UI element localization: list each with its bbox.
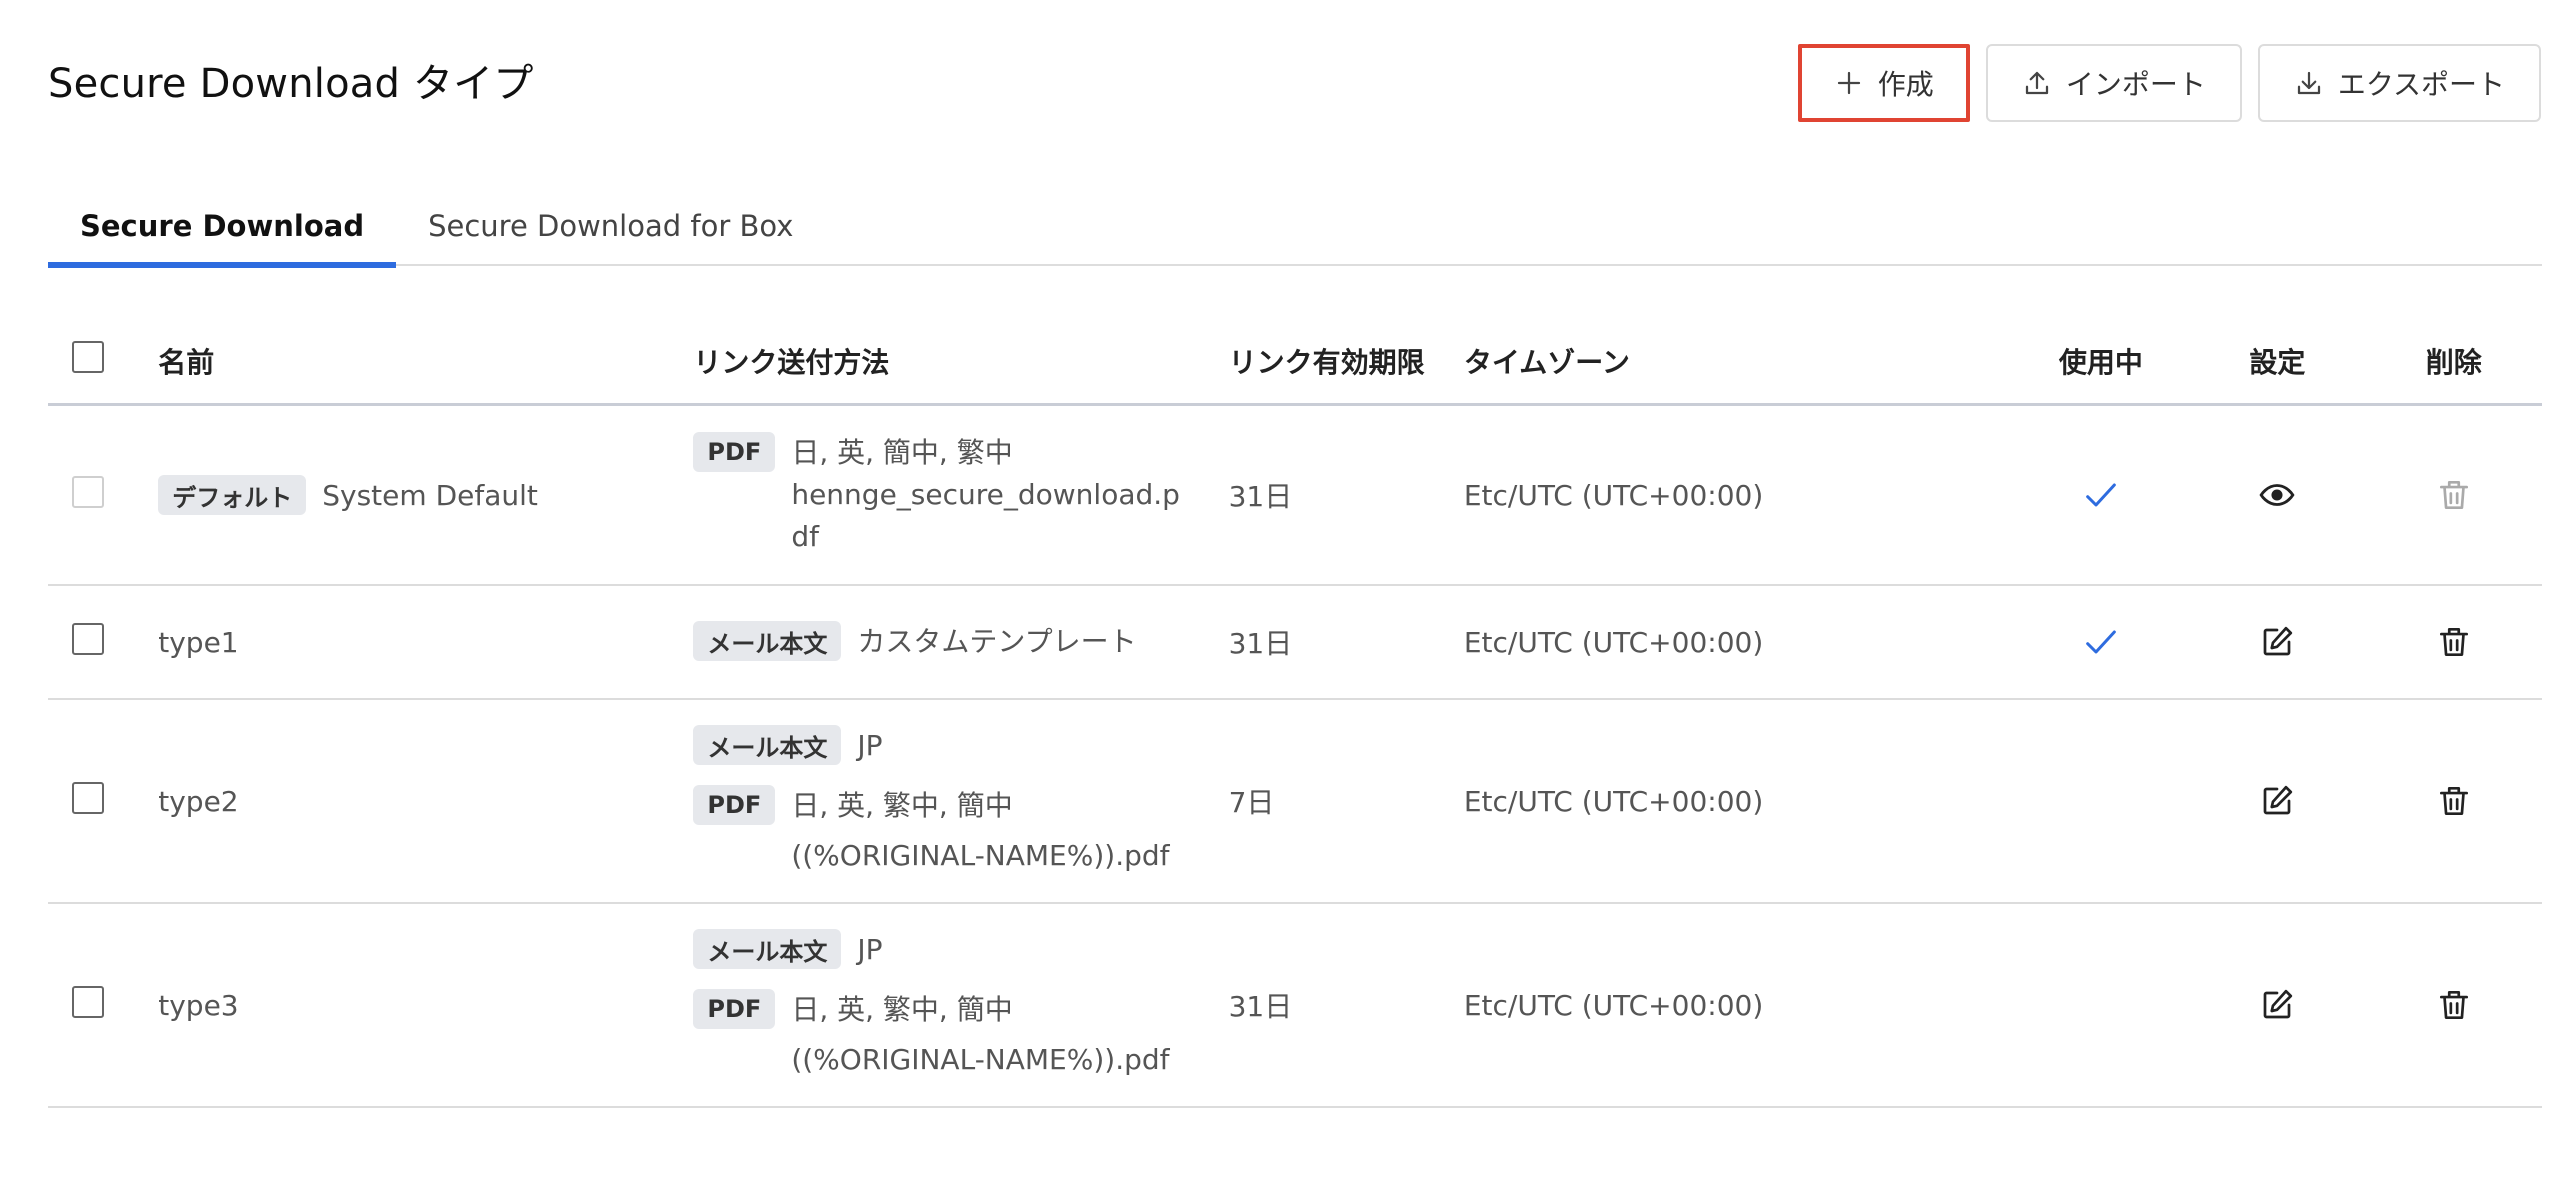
- create-button[interactable]: 作成: [1797, 44, 1970, 122]
- header-timezone: タイムゾーン: [1463, 345, 1630, 379]
- expiry-value: 31日: [1228, 990, 1293, 1023]
- method-template: カスタムテンプレート: [857, 625, 1137, 658]
- upload-icon: [2022, 68, 2052, 98]
- header-name: 名前: [158, 345, 215, 379]
- timezone-value: Etc/UTC (UTC+00:00): [1463, 784, 1764, 818]
- method-filename: ((%ORIGINAL-NAME%)).pdf: [791, 1043, 1170, 1076]
- type-name: type2: [158, 784, 239, 818]
- expiry-value: 7日: [1228, 786, 1275, 819]
- method-filename: ((%ORIGINAL-NAME%)).pdf: [791, 839, 1170, 872]
- trash-icon[interactable]: [2435, 986, 2473, 1024]
- trash-icon: [2435, 476, 2473, 514]
- method-tag: メール本文: [693, 621, 842, 661]
- page: Secure Download タイプ 作成 インポート エクスポート Secu…: [0, 0, 2576, 1188]
- method-tag: PDF: [693, 432, 776, 472]
- default-badge: デフォルト: [158, 475, 307, 515]
- eye-icon[interactable]: [2258, 476, 2296, 514]
- select-all-checkbox[interactable]: [72, 341, 104, 373]
- toolbar: 作成 インポート エクスポート: [1797, 44, 2541, 122]
- row-checkbox: [72, 475, 104, 508]
- trash-icon[interactable]: [2435, 623, 2473, 661]
- types-table: 名前 リンク送付方法 リンク有効期限 タイムゾーン 使用中 設定 削除 デフォル…: [48, 318, 2542, 1108]
- tab-secure-download[interactable]: Secure Download: [48, 186, 397, 268]
- edit-icon[interactable]: [2259, 783, 2295, 819]
- row-checkbox[interactable]: [72, 622, 104, 655]
- plus-icon: [1834, 68, 1864, 98]
- tab-bar: Secure Download Secure Download for Box: [48, 186, 2542, 268]
- type-name: System Default: [322, 478, 538, 512]
- edit-icon[interactable]: [2259, 624, 2295, 660]
- check-icon: [2081, 475, 2121, 515]
- table-row: type2 メール本文 JP PDF 日, 英, 繁中, 簡中 ((%ORIGI…: [48, 700, 2542, 904]
- method-tag: メール本文: [693, 725, 842, 765]
- method-languages: 日, 英, 簡中, 繁中: [791, 436, 1013, 469]
- export-button-label: エクスポート: [2337, 68, 2505, 101]
- method-template: JP: [857, 729, 883, 762]
- tab-secure-download-for-box[interactable]: Secure Download for Box: [396, 186, 825, 266]
- header-delete: 削除: [2425, 345, 2482, 379]
- method-languages: 日, 英, 繁中, 簡中: [791, 993, 1013, 1026]
- expiry-value: 31日: [1228, 627, 1293, 660]
- header-expiry: リンク有効期限: [1228, 345, 1425, 379]
- method-tag: PDF: [693, 989, 776, 1029]
- method-template: JP: [857, 933, 883, 966]
- check-icon: [2081, 622, 2121, 662]
- download-icon: [2294, 68, 2324, 98]
- table-header: 名前 リンク送付方法 リンク有効期限 タイムゾーン 使用中 設定 削除: [48, 318, 2542, 406]
- timezone-value: Etc/UTC (UTC+00:00): [1463, 988, 1764, 1022]
- table-row: デフォルト System Default PDF 日, 英, 簡中, 繁中 he…: [48, 406, 2542, 586]
- edit-icon[interactable]: [2259, 987, 2295, 1023]
- method-languages: 日, 英, 繁中, 簡中: [791, 789, 1013, 822]
- trash-icon[interactable]: [2435, 782, 2473, 820]
- row-checkbox[interactable]: [72, 985, 104, 1018]
- type-name: type1: [158, 625, 239, 659]
- import-button-label: インポート: [2065, 68, 2206, 101]
- expiry-value: 31日: [1228, 480, 1293, 513]
- method-tag: メール本文: [693, 929, 842, 969]
- page-title: Secure Download タイプ: [48, 61, 534, 107]
- method-filename-cont: df: [791, 520, 819, 553]
- header-settings: 設定: [2249, 345, 2306, 379]
- type-name: type3: [158, 988, 239, 1022]
- export-button[interactable]: エクスポート: [2257, 44, 2541, 122]
- row-checkbox[interactable]: [72, 781, 104, 814]
- method-filename: hennge_secure_download.p: [791, 478, 1180, 511]
- create-button-label: 作成: [1877, 68, 1934, 101]
- timezone-value: Etc/UTC (UTC+00:00): [1463, 625, 1764, 659]
- table-row: type1 メール本文 カスタムテンプレート 31日 Etc/UTC (UTC+…: [48, 586, 2542, 700]
- import-button[interactable]: インポート: [1985, 44, 2242, 122]
- header-method: リンク送付方法: [693, 345, 890, 379]
- timezone-value: Etc/UTC (UTC+00:00): [1463, 478, 1764, 512]
- header-in-use: 使用中: [2058, 345, 2143, 379]
- method-tag: PDF: [693, 785, 776, 825]
- table-row: type3 メール本文 JP PDF 日, 英, 繁中, 簡中 ((%ORIGI…: [48, 904, 2542, 1108]
